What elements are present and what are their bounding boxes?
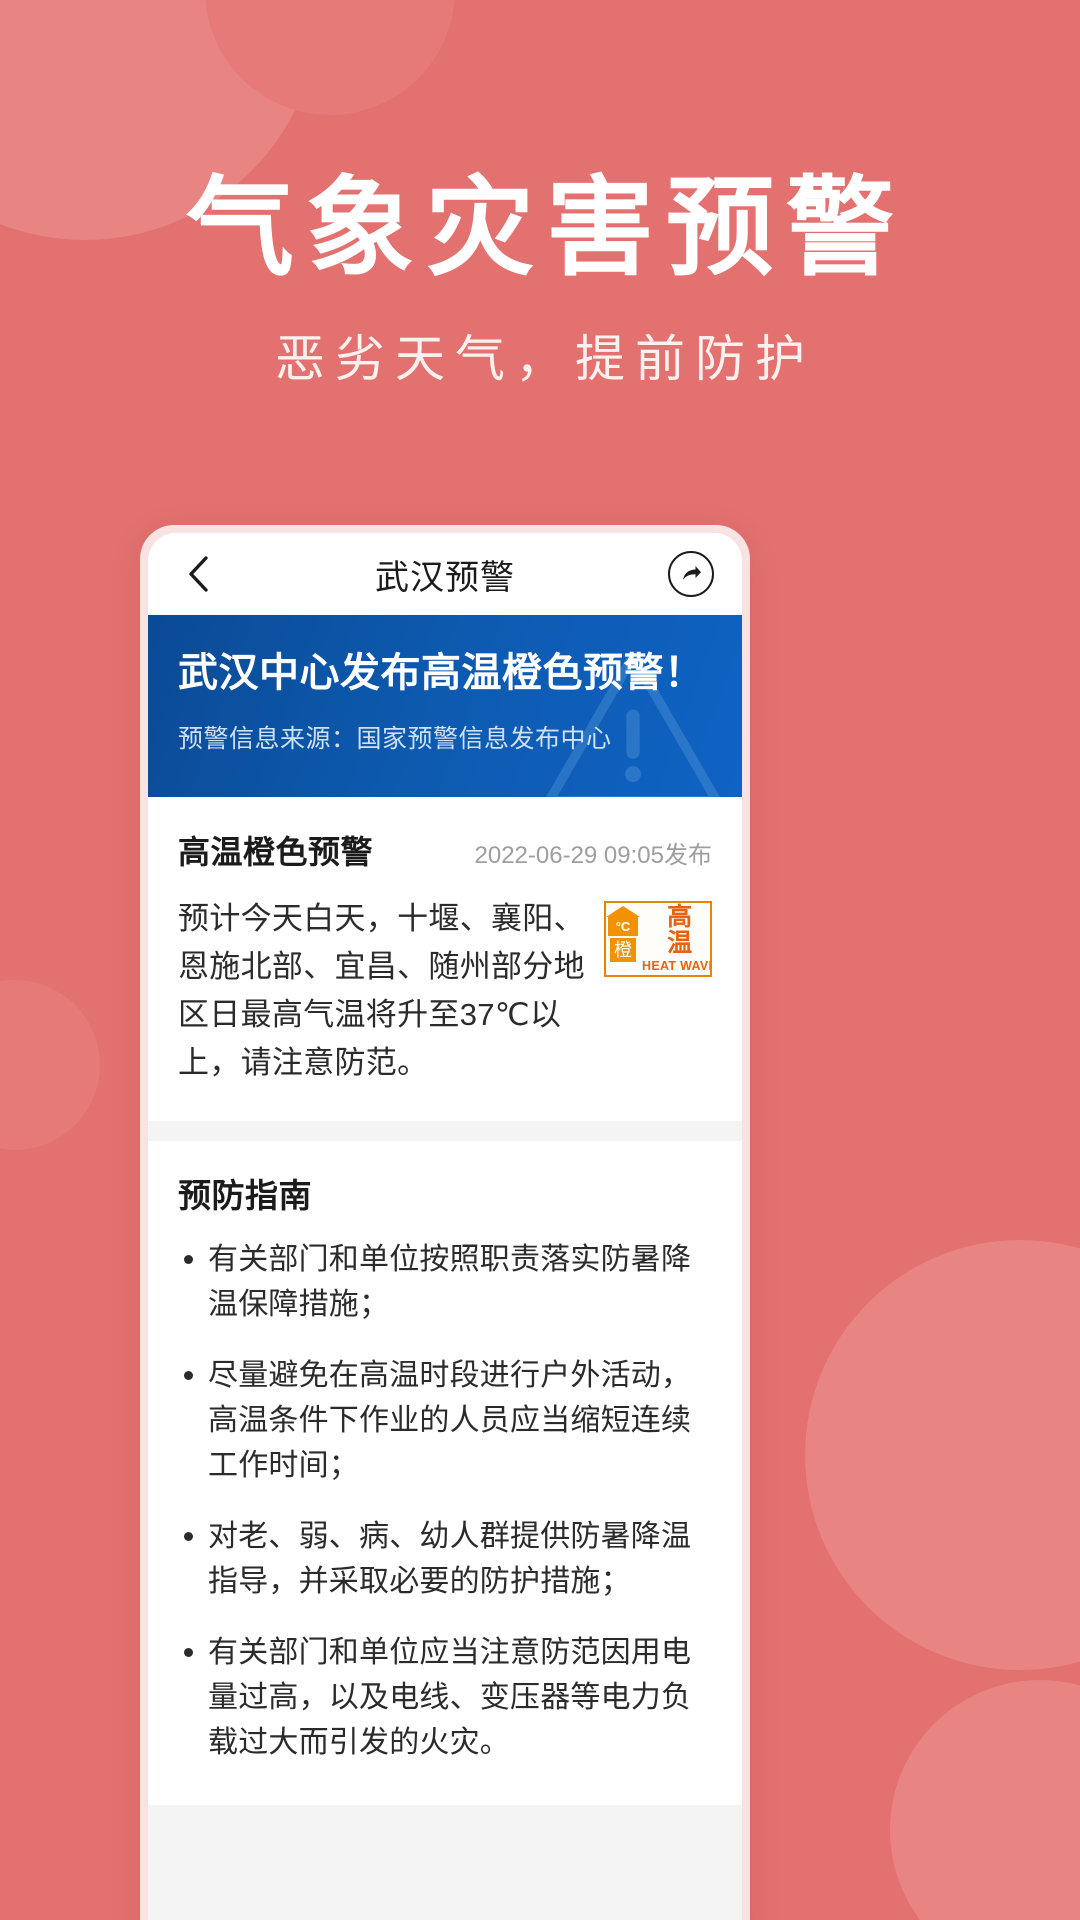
hero-section: 气象灾害预警 恶劣天气，提前防护	[0, 0, 1080, 391]
badge-label-en: HEAT WAVE	[642, 959, 712, 973]
alert-detail-section: 高温橙色预警 2022-06-29 09:05发布 预计今天白天，十堰、襄阳、恩…	[148, 797, 742, 1122]
badge-right-column: 高 温 HEAT WAVE	[640, 903, 712, 975]
alert-detail-body: 预计今天白天，十堰、襄阳、恩施北部、宜昌、随州部分地区日最高气温将升至37℃以上…	[178, 895, 712, 1087]
section-divider	[148, 1121, 742, 1142]
list-item: 有关部门和单位按照职责落实防暑降温保障措施；	[178, 1237, 712, 1327]
share-button[interactable]	[668, 551, 714, 597]
badge-left-column: °C 橙	[606, 903, 640, 975]
decorative-circle-bottom-right	[805, 1240, 1080, 1670]
back-button[interactable]	[176, 552, 220, 596]
prevention-guide-title: 预防指南	[178, 1177, 312, 1215]
alert-banner-title: 武汉中心发布高温橙色预警！	[178, 651, 705, 695]
share-arrow-icon	[677, 560, 705, 588]
prevention-guide-list: 有关部门和单位按照职责落实防暑降温保障措施； 尽量避免在高温时段进行户外活动，高…	[178, 1237, 712, 1765]
list-item: 尽量避免在高温时段进行户外活动，高温条件下作业的人员应当缩短连续工作时间；	[178, 1353, 712, 1488]
alert-banner-source: 预警信息来源：国家预警信息发布中心	[178, 725, 612, 753]
page-subtitle: 恶劣天气，提前防护	[275, 331, 815, 387]
decorative-circle-left	[0, 980, 100, 1150]
badge-unit-label: °C	[608, 916, 638, 936]
decorative-circle-bottom	[890, 1680, 1080, 1920]
badge-label-cn-line2: 温	[667, 928, 693, 957]
alert-banner: 武汉中心发布高温橙色预警！ 预警信息来源：国家预警信息发布中心	[148, 615, 742, 797]
alert-detail-title: 高温橙色预警	[178, 834, 374, 870]
chevron-left-icon	[185, 554, 211, 594]
alert-publish-time: 2022-06-29 09:05发布	[474, 842, 713, 869]
page-title: 气象灾害预警	[185, 167, 906, 288]
alert-detail-header: 高温橙色预警 2022-06-29 09:05发布	[178, 827, 712, 873]
phone-mockup: 武汉预警 武汉中心发布高温橙色预警！ 预警信息来源：国家预警信息发布中心 高温橙…	[140, 525, 750, 1920]
navbar-title: 武汉预警	[375, 558, 515, 597]
prevention-guide-section: 预防指南 有关部门和单位按照职责落实防暑降温保障措施； 尽量避免在高温时段进行户…	[148, 1141, 742, 1806]
list-item: 有关部门和单位应当注意防范因用电量过高，以及电线、变压器等电力负载过大而引发的火…	[178, 1630, 712, 1765]
thermometer-house-icon: °C	[606, 906, 640, 936]
app-navbar: 武汉预警	[148, 533, 742, 615]
badge-level-label: 橙	[610, 938, 636, 962]
heat-wave-orange-badge: °C 橙 高 温 HEAT WAVE	[604, 901, 712, 977]
list-item: 对老、弱、病、幼人群提供防暑降温指导，并采取必要的防护措施；	[178, 1514, 712, 1604]
alert-detail-text: 预计今天白天，十堰、襄阳、恩施北部、宜昌、随州部分地区日最高气温将升至37℃以上…	[178, 901, 585, 1081]
screen-bottom-filler	[148, 1805, 742, 1920]
phone-screen: 武汉预警 武汉中心发布高温橙色预警！ 预警信息来源：国家预警信息发布中心 高温橙…	[148, 533, 742, 1920]
badge-label-cn-line1: 高	[667, 903, 693, 931]
